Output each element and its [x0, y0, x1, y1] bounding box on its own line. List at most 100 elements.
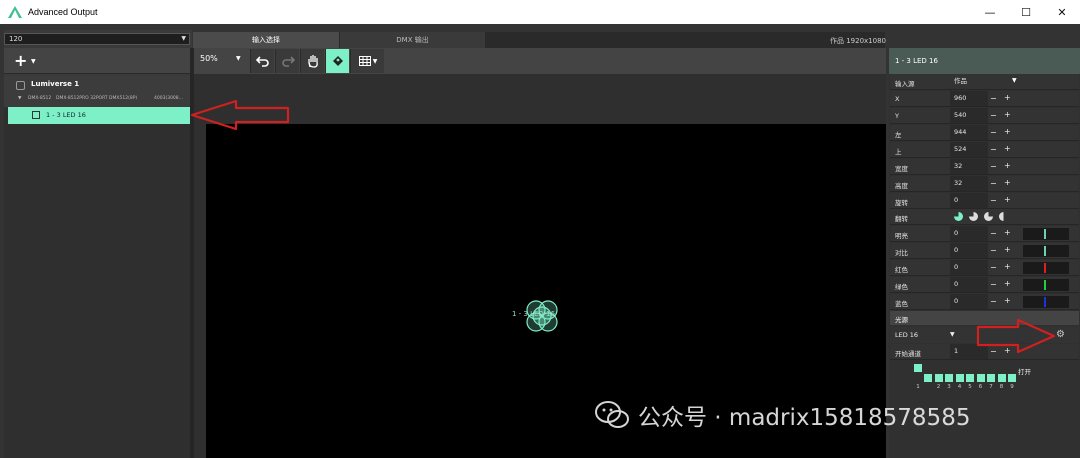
- adjust-minus-button[interactable]: −: [990, 246, 997, 255]
- adjust-value-input[interactable]: 0: [950, 243, 988, 258]
- adjust-plus-button[interactable]: +: [1004, 228, 1011, 237]
- prop-plus-button[interactable]: +: [1004, 195, 1011, 204]
- adjust-slider[interactable]: [1023, 245, 1069, 257]
- tab-input-select[interactable]: 输入选择: [193, 32, 339, 48]
- channel-box[interactable]: [976, 374, 985, 382]
- channel-box[interactable]: [1008, 374, 1016, 382]
- adjust-plus-button[interactable]: +: [1004, 296, 1011, 305]
- prop-minus-button[interactable]: −: [990, 111, 997, 120]
- channel-box[interactable]: [934, 374, 943, 382]
- annotation-arrow-right: [976, 318, 1056, 354]
- prop-minus-button[interactable]: −: [990, 196, 997, 205]
- adjust-value-input[interactable]: 0: [950, 294, 988, 309]
- channel-box[interactable]: [955, 374, 964, 382]
- tree-device-item[interactable]: Lumiverse 1 ▼ DMX-8512 DMX-8512PRO 32POR…: [4, 76, 190, 107]
- prop-row: Y 540 − +: [890, 108, 1079, 124]
- prop-plus-button[interactable]: +: [1004, 127, 1011, 136]
- prop-value-input[interactable]: 540: [950, 108, 988, 123]
- prop-minus-button[interactable]: −: [990, 94, 997, 103]
- adjust-value-input[interactable]: 0: [950, 260, 988, 275]
- prop-plus-button[interactable]: +: [1004, 144, 1011, 153]
- channel-number: 3: [947, 384, 951, 390]
- adjust-plus-button[interactable]: +: [1004, 262, 1011, 271]
- adjust-slider[interactable]: [1023, 262, 1069, 274]
- flip-vertical-icon[interactable]: [984, 212, 993, 221]
- adjust-plus-button[interactable]: +: [1004, 245, 1011, 254]
- select-tool-button[interactable]: [325, 49, 349, 73]
- prop-plus-button[interactable]: +: [1004, 110, 1011, 119]
- preset-select[interactable]: 120 ▼: [4, 33, 190, 45]
- gear-icon[interactable]: ⚙: [1056, 329, 1065, 340]
- device-name: Lumiverse 1: [31, 80, 80, 88]
- zoom-level[interactable]: 50%: [200, 54, 218, 63]
- adjust-plus-button[interactable]: +: [1004, 279, 1011, 288]
- channel-box[interactable]: [966, 374, 974, 382]
- adjust-slider[interactable]: [1023, 279, 1069, 291]
- expand-caret-icon[interactable]: ▼: [18, 96, 21, 101]
- prop-row: 上 524 − +: [890, 142, 1079, 158]
- prop-plus-button[interactable]: +: [1004, 93, 1011, 102]
- adjust-minus-button[interactable]: −: [990, 280, 997, 289]
- channel-box[interactable]: [924, 374, 932, 382]
- prop-value-input[interactable]: 944: [950, 125, 988, 140]
- channel-number: 9: [1010, 384, 1014, 390]
- tab-bar: 输入选择 DMX 输出: [193, 32, 885, 48]
- channel-number: 4: [957, 384, 962, 390]
- tab-dmx-output[interactable]: DMX 输出: [340, 32, 485, 48]
- prop-minus-button[interactable]: −: [990, 162, 997, 171]
- flip-horizontal-icon[interactable]: [969, 212, 978, 221]
- adjust-row: 明亮 0 − +: [890, 226, 1079, 242]
- prop-value-input[interactable]: 524: [950, 142, 988, 157]
- prop-plus-button[interactable]: +: [1004, 161, 1011, 170]
- add-device-button[interactable]: +: [14, 51, 27, 70]
- title-bar: Advanced Output — ☐ ✕: [0, 0, 1080, 24]
- slider-handle[interactable]: [1044, 246, 1046, 256]
- grid-chevron-icon[interactable]: ▼: [373, 58, 378, 65]
- channel-box[interactable]: [945, 374, 953, 382]
- light-source-chevron-icon[interactable]: ▼: [950, 331, 955, 338]
- adjust-value-input[interactable]: 0: [950, 277, 988, 292]
- flip-both-icon[interactable]: [999, 212, 1008, 221]
- input-source-chevron-icon[interactable]: ▼: [1012, 77, 1017, 84]
- slider-handle[interactable]: [1044, 229, 1046, 239]
- tree-fixture-item[interactable]: 1 - 3 LED 16: [8, 107, 190, 124]
- adjust-value-input[interactable]: 0: [950, 226, 988, 241]
- close-button[interactable]: ✕: [1044, 0, 1080, 24]
- channel-box[interactable]: [987, 374, 995, 382]
- grid-button[interactable]: ▼: [350, 49, 384, 73]
- adjust-minus-button[interactable]: −: [990, 297, 997, 306]
- prop-plus-button[interactable]: +: [1004, 178, 1011, 187]
- prop-value-input[interactable]: 32: [950, 176, 988, 191]
- adjust-slider[interactable]: [1023, 296, 1069, 308]
- pan-button[interactable]: [300, 49, 324, 73]
- maximize-button[interactable]: ☐: [1008, 0, 1044, 24]
- prop-minus-button[interactable]: −: [990, 145, 997, 154]
- channel-box[interactable]: [997, 374, 1006, 382]
- prop-value-input[interactable]: 0: [950, 193, 988, 208]
- add-menu-chevron-icon[interactable]: ▼: [31, 58, 36, 65]
- prop-value-input[interactable]: 960: [950, 91, 988, 106]
- zoom-chevron-icon[interactable]: ▼: [236, 55, 241, 62]
- adjust-minus-button[interactable]: −: [990, 263, 997, 272]
- undo-button[interactable]: [250, 49, 274, 73]
- redo-button[interactable]: [275, 49, 299, 73]
- prop-label: 旋转: [895, 199, 908, 207]
- slider-handle[interactable]: [1044, 297, 1046, 307]
- adjust-minus-button[interactable]: −: [990, 229, 997, 238]
- light-source-select[interactable]: LED 16: [895, 331, 918, 339]
- adjust-slider[interactable]: [1023, 228, 1069, 240]
- open-label[interactable]: 打开: [1018, 366, 1031, 376]
- app-logo-icon: [8, 6, 22, 18]
- slider-handle[interactable]: [1044, 280, 1046, 290]
- channel-number: 5: [968, 384, 972, 390]
- prop-value-input[interactable]: 32: [950, 159, 988, 174]
- channel-master-box[interactable]: [914, 364, 922, 372]
- prop-minus-button[interactable]: −: [990, 179, 997, 188]
- slider-handle[interactable]: [1044, 263, 1046, 273]
- properties-panel: 1 - 3 LED 16 输入源 作品 ▼ X 960 − + Y 540 − …: [889, 48, 1080, 458]
- adjust-label: 红色: [895, 266, 908, 274]
- flip-none-icon[interactable]: [954, 212, 963, 221]
- minimize-button[interactable]: —: [972, 0, 1008, 24]
- prop-minus-button[interactable]: −: [990, 128, 997, 137]
- input-source-label: 输入源: [895, 80, 915, 88]
